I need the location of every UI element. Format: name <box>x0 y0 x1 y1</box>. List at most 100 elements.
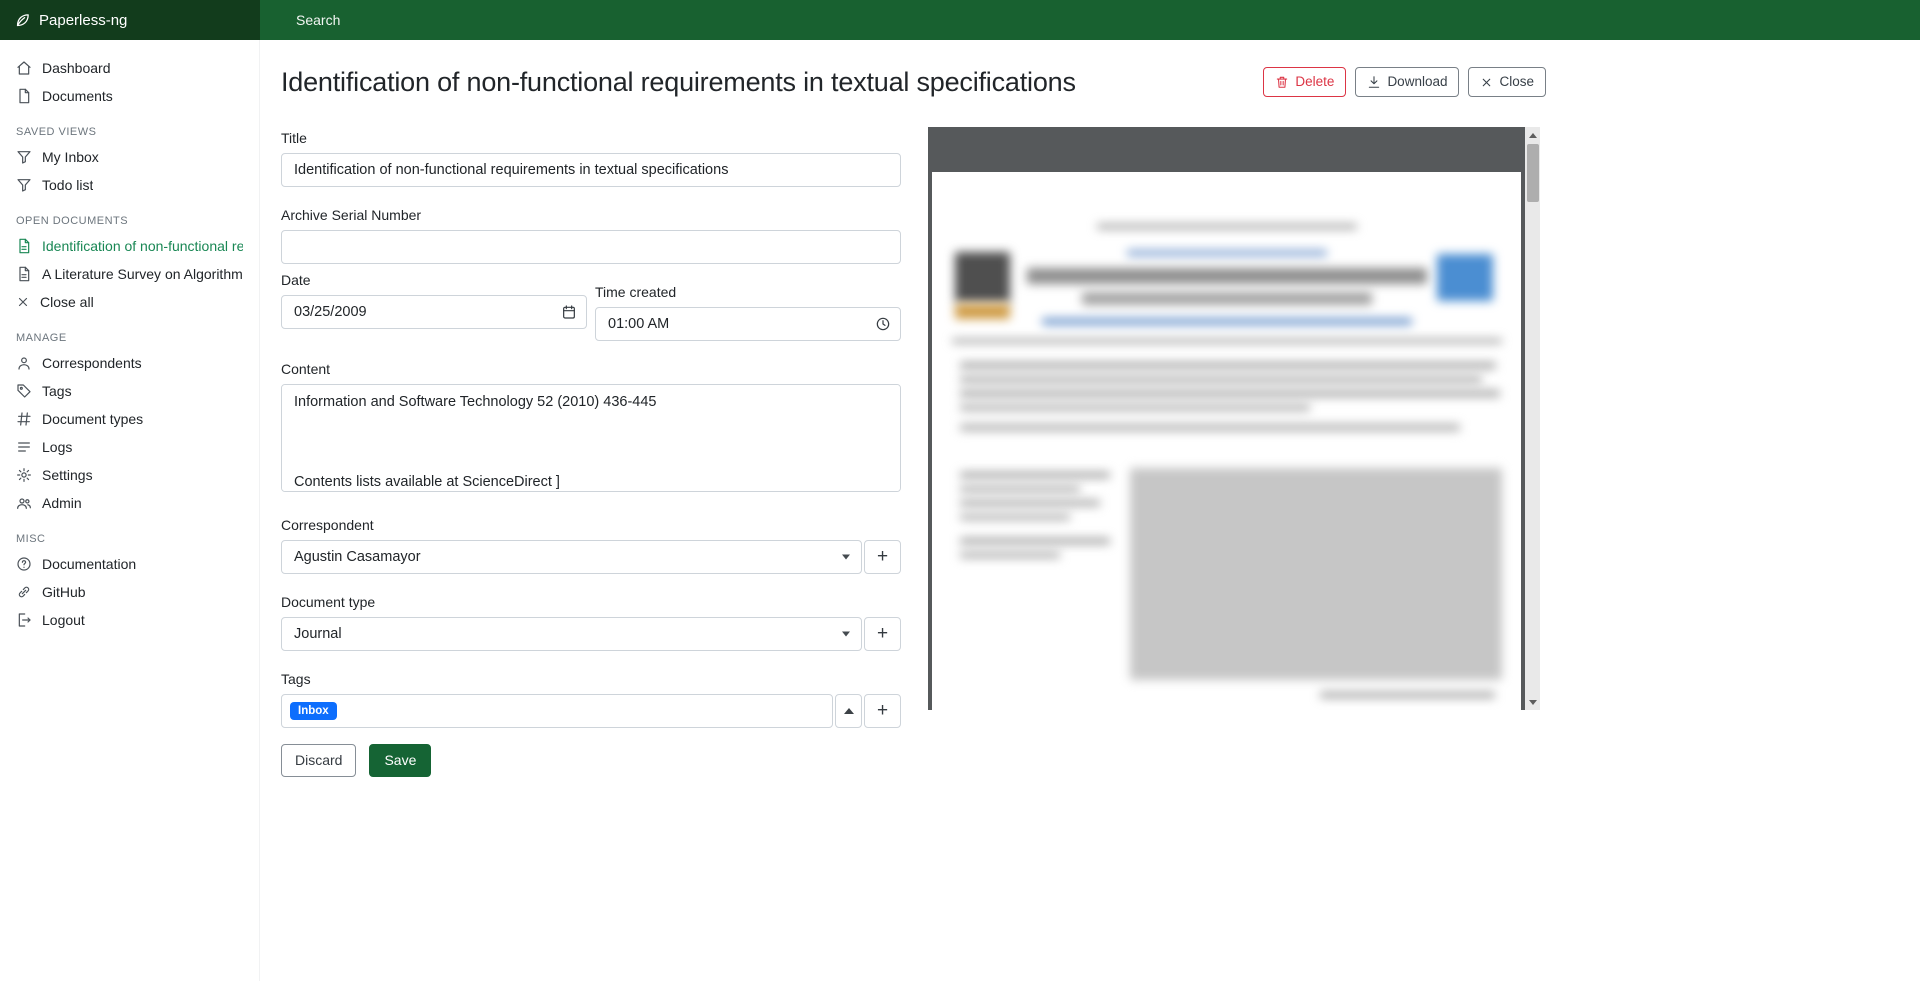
pdf-content-blur <box>1097 224 1357 229</box>
pdf-content-blur <box>960 500 1100 506</box>
delete-button[interactable]: Delete <box>1263 67 1346 97</box>
house-icon <box>16 60 32 76</box>
time-created-input[interactable] <box>595 307 901 341</box>
pdf-content-blur <box>960 486 1080 492</box>
correspondent-label: Correspondent <box>281 517 901 533</box>
calendar-icon[interactable] <box>561 304 577 320</box>
sidebar-item-correspondents[interactable]: Correspondents <box>0 349 259 377</box>
sidebar-item-my-inbox[interactable]: My Inbox <box>0 143 259 171</box>
link-icon <box>16 584 32 600</box>
tag-icon <box>16 383 32 399</box>
sidebar-item-document-types[interactable]: Document types <box>0 405 259 433</box>
clock-icon[interactable] <box>875 316 891 332</box>
save-button[interactable]: Save <box>369 744 431 777</box>
pdf-content-blur <box>1082 292 1372 305</box>
sidebar-section-manage: MANAGE <box>0 316 259 349</box>
content-textarea[interactable]: Information and Software Technology 52 (… <box>281 384 901 492</box>
pdf-content-blur <box>955 252 1010 302</box>
close-all-label: Close all <box>40 294 94 310</box>
sidebar-item-logout[interactable]: Logout <box>0 606 259 634</box>
sidebar-open-document-1[interactable]: Identification of non-functional require… <box>0 232 259 260</box>
download-button[interactable]: Download <box>1355 67 1459 97</box>
close-button[interactable]: Close <box>1468 67 1546 97</box>
add-correspondent-button[interactable]: + <box>864 540 901 574</box>
title-input[interactable] <box>281 153 901 187</box>
sidebar-item-label: Admin <box>42 495 82 511</box>
time-created-label: Time created <box>595 284 901 300</box>
file-text-icon <box>16 266 32 282</box>
sidebar-item-github[interactable]: GitHub <box>0 578 259 606</box>
tags-label: Tags <box>281 671 901 687</box>
archive-serial-number-label: Archive Serial Number <box>281 207 901 223</box>
pdf-content-blur <box>960 362 1496 369</box>
download-icon <box>1367 75 1381 89</box>
pdf-content-blur <box>960 390 1500 397</box>
scrollbar-thumb[interactable] <box>1527 144 1539 202</box>
tags-dropdown-toggle[interactable] <box>835 694 862 728</box>
list-icon <box>16 439 32 455</box>
content-label: Content <box>281 361 901 377</box>
pdf-content-blur <box>1437 254 1493 301</box>
sidebar-item-todo-list[interactable]: Todo list <box>0 171 259 199</box>
main-content: Identification of non-functional require… <box>260 40 1546 777</box>
sidebar-item-label: Dashboard <box>42 60 111 76</box>
document-preview[interactable] <box>928 127 1540 710</box>
logout-icon <box>16 612 32 628</box>
sidebar-item-logs[interactable]: Logs <box>0 433 259 461</box>
sidebar-section-saved-views: SAVED VIEWS <box>0 110 259 143</box>
pdf-content-blur <box>1130 468 1502 680</box>
sidebar-item-documents[interactable]: Documents <box>0 82 259 110</box>
sidebar-item-label: Document types <box>42 411 143 427</box>
search-input[interactable] <box>260 12 1920 28</box>
pdf-content-blur <box>960 514 1070 520</box>
sidebar-section-open-documents: OPEN DOCUMENTS <box>0 199 259 232</box>
sidebar-section-misc: MISC <box>0 517 259 550</box>
caret-up-icon <box>844 708 854 714</box>
question-icon <box>16 556 32 572</box>
scroll-down-button[interactable] <box>1525 694 1540 710</box>
sidebar-item-documentation[interactable]: Documentation <box>0 550 259 578</box>
close-button-label: Close <box>1499 74 1534 90</box>
document-actions: Delete Download Close <box>1263 67 1546 97</box>
add-document-type-button[interactable]: + <box>864 617 901 651</box>
sidebar-open-document-2[interactable]: A Literature Survey on Algorithms for Mu… <box>0 260 259 288</box>
sidebar-item-label: Todo list <box>42 177 93 193</box>
sidebar-item-admin[interactable]: Admin <box>0 489 259 517</box>
funnel-icon <box>16 177 32 193</box>
page-title: Identification of non-functional require… <box>281 67 1076 98</box>
correspondent-select[interactable]: Agustin Casamayor <box>281 540 862 574</box>
sidebar-close-all[interactable]: Close all <box>0 288 259 316</box>
files-icon <box>16 88 32 104</box>
sidebar-item-label: GitHub <box>42 584 86 600</box>
download-button-label: Download <box>1387 74 1447 90</box>
funnel-icon <box>16 149 32 165</box>
open-document-title: A Literature Survey on Algorithms for Mu… <box>42 266 243 282</box>
topbar-search-area <box>260 0 1920 40</box>
pdf-content-blur <box>1320 692 1495 698</box>
close-icon <box>16 295 30 309</box>
discard-button[interactable]: Discard <box>281 744 356 777</box>
sidebar-item-label: My Inbox <box>42 149 99 165</box>
tag-badge[interactable]: Inbox <box>290 702 337 720</box>
document-type-select[interactable]: Journal <box>281 617 862 651</box>
add-tag-button[interactable]: + <box>864 694 901 728</box>
pdf-content-blur <box>1027 268 1427 284</box>
tags-input[interactable]: Inbox <box>281 694 833 728</box>
pdf-content-blur <box>960 376 1482 383</box>
document-edit-form: Title Archive Serial Number Date <box>281 122 901 777</box>
sidebar-item-dashboard[interactable]: Dashboard <box>0 54 259 82</box>
people-icon <box>16 495 32 511</box>
pdf-content-blur <box>955 304 1010 319</box>
scroll-up-button[interactable] <box>1525 127 1540 143</box>
hash-icon <box>16 411 32 427</box>
sidebar-item-tags[interactable]: Tags <box>0 377 259 405</box>
date-input[interactable] <box>281 295 587 329</box>
pdf-content-blur <box>960 552 1060 558</box>
sidebar: Dashboard Documents SAVED VIEWS My Inbox… <box>0 40 260 981</box>
archive-serial-number-input[interactable] <box>281 230 901 264</box>
sidebar-item-settings[interactable]: Settings <box>0 461 259 489</box>
close-icon <box>1480 76 1493 89</box>
document-type-label: Document type <box>281 594 901 610</box>
preview-scrollbar[interactable] <box>1525 127 1540 710</box>
app-brand[interactable]: Paperless-ng <box>0 0 260 40</box>
